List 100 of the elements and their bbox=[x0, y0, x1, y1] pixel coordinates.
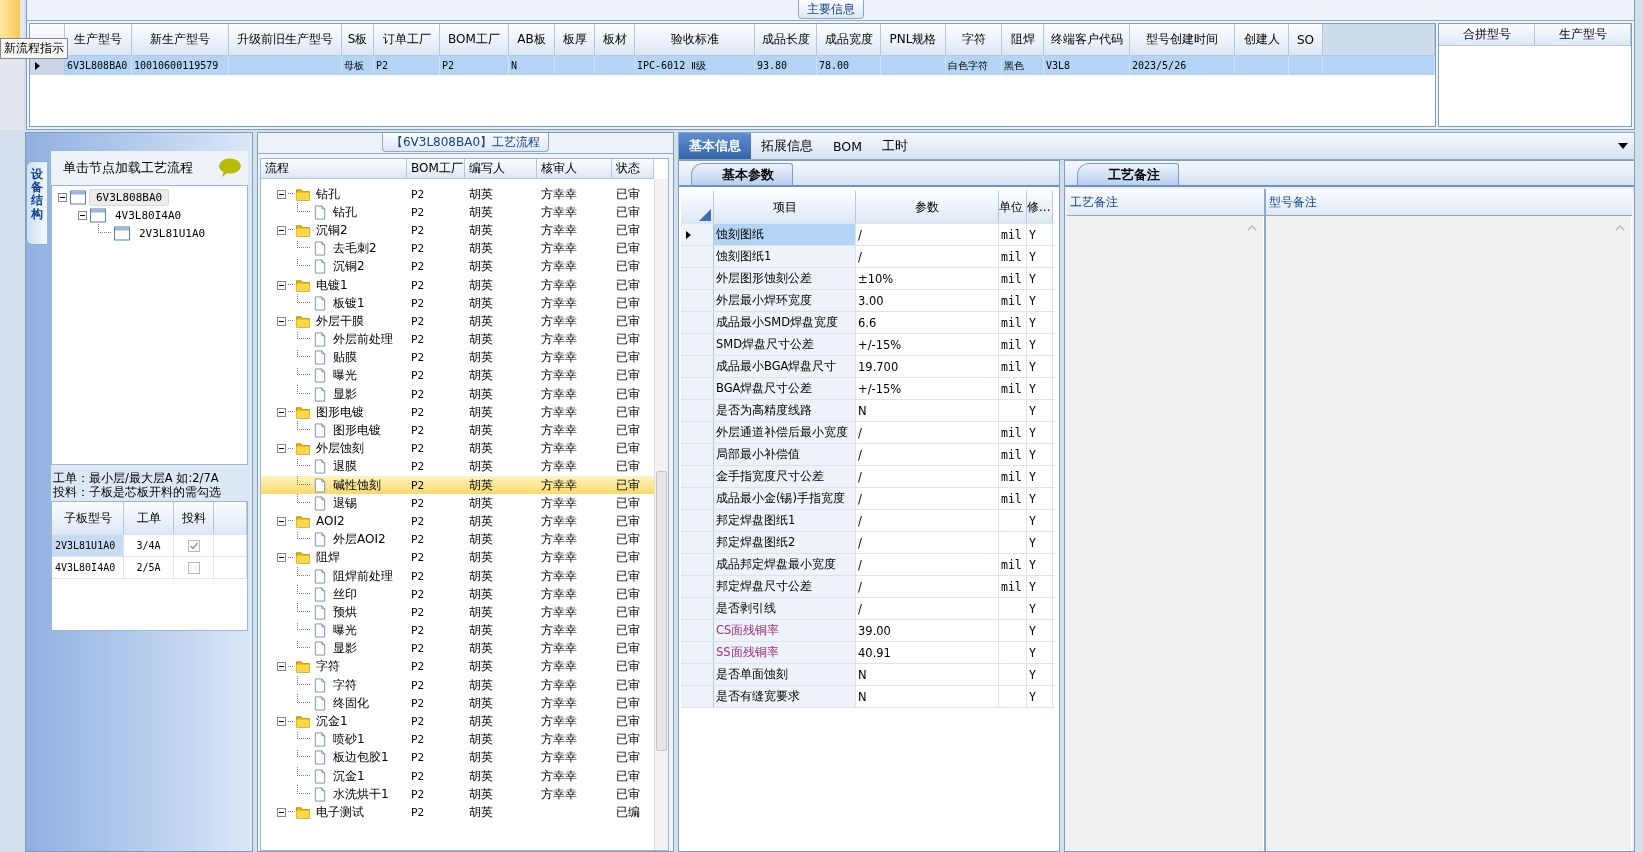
tree-row[interactable]: 去毛刺2 P2 胡英 方幸幸 已审 bbox=[261, 239, 654, 258]
table-cell[interactable]: 外层图形蚀刻公差 bbox=[714, 268, 856, 289]
table-cell[interactable]: SS面残铜率 bbox=[714, 642, 856, 663]
sub-tab[interactable]: 基本参数 bbox=[691, 163, 793, 185]
column-header[interactable]: 型号备注 bbox=[1266, 189, 1632, 216]
checkbox[interactable] bbox=[187, 561, 200, 574]
select-all-icon[interactable] bbox=[699, 209, 711, 221]
tree-row[interactable]: 板镀1 P2 胡英 方幸幸 已审 bbox=[261, 294, 654, 313]
column-header[interactable]: 型号创建时间 bbox=[1130, 24, 1235, 56]
table-cell[interactable]: 蚀刻图纸1 bbox=[714, 246, 856, 267]
row-header[interactable] bbox=[681, 224, 714, 245]
column-header[interactable]: BOM工厂 bbox=[407, 159, 465, 179]
tree-row[interactable]: 钻孔 P2 胡英 方幸幸 已审 bbox=[261, 185, 654, 204]
column-header[interactable]: 流程 bbox=[261, 159, 407, 179]
table-cell[interactable]: 2V3L81U1A0 bbox=[52, 535, 124, 556]
tab[interactable]: 拓展信息 bbox=[751, 133, 823, 159]
tree-row[interactable]: 显影 P2 胡英 方幸幸 已审 bbox=[261, 385, 654, 404]
column-header[interactable]: 项目 bbox=[714, 191, 856, 223]
tree-row[interactable]: AOI2 P2 胡英 方幸幸 已审 bbox=[261, 512, 654, 531]
table-cell[interactable]: 局部最小补偿值 bbox=[714, 444, 856, 465]
collapse-icon[interactable] bbox=[78, 210, 87, 220]
table-cell[interactable]: 蚀刻图纸 bbox=[714, 224, 856, 245]
table-cell[interactable]: 外层最小焊环宽度 bbox=[714, 290, 856, 311]
column-header[interactable]: 新生产型号 bbox=[132, 24, 229, 56]
tree-row[interactable]: 外层蚀刻 P2 胡英 方幸幸 已审 bbox=[261, 439, 654, 458]
tree-row[interactable]: 电镀1 P2 胡英 方幸幸 已审 bbox=[261, 275, 654, 295]
tree-row[interactable]: 喷砂1 P2 胡英 方幸幸 已审 bbox=[261, 730, 654, 749]
collapse-icon[interactable] bbox=[277, 189, 286, 199]
collapse-icon[interactable] bbox=[277, 407, 286, 417]
column-header[interactable]: 参数 bbox=[856, 191, 999, 223]
tree-row[interactable]: 钻孔 P2 胡英 方幸幸 已审 bbox=[261, 203, 654, 222]
tree-node[interactable]: 6V3L808BA0 bbox=[89, 188, 170, 206]
tab[interactable]: 基本信息 bbox=[679, 133, 751, 159]
column-header[interactable]: 修... bbox=[1027, 191, 1053, 223]
column-header[interactable]: BOM工厂 bbox=[440, 24, 509, 56]
column-header[interactable]: 字符 bbox=[946, 24, 1002, 56]
column-header[interactable]: 单位 bbox=[999, 191, 1027, 223]
table-cell[interactable]: CS面残铜率 bbox=[714, 620, 856, 641]
tree-row[interactable]: 外层AOI2 P2 胡英 方幸幸 已审 bbox=[261, 530, 654, 549]
side-tab[interactable]: 设备结构 bbox=[26, 161, 47, 245]
tree-row[interactable]: 字符 P2 胡英 方幸幸 已审 bbox=[261, 676, 654, 695]
column-header[interactable]: 验收标准 bbox=[635, 24, 755, 56]
column-header[interactable]: SO bbox=[1289, 24, 1323, 56]
scroll-up-icon[interactable] bbox=[1615, 224, 1625, 232]
collapse-icon[interactable] bbox=[277, 225, 286, 235]
collapse-icon[interactable] bbox=[277, 444, 286, 454]
table-cell[interactable]: 4V3L80I4A0 bbox=[52, 557, 124, 578]
table-cell[interactable]: 是否有缝宽要求 bbox=[714, 686, 856, 707]
column-header[interactable]: 阻焊 bbox=[1002, 24, 1044, 56]
table-cell[interactable]: 成品最小金(锡)手指宽度 bbox=[714, 488, 856, 509]
column-header[interactable]: 工单 bbox=[124, 502, 174, 534]
table-cell[interactable]: 是否剥引线 bbox=[714, 598, 856, 619]
table-cell[interactable]: 邦定焊盘图纸2 bbox=[714, 532, 856, 553]
collapse-icon[interactable] bbox=[277, 717, 286, 727]
column-header[interactable]: 升级前旧生产型号 bbox=[229, 24, 342, 56]
column-header[interactable]: 终端客户代码 bbox=[1044, 24, 1130, 56]
column-header[interactable]: 订单工厂 bbox=[374, 24, 440, 56]
checkbox[interactable] bbox=[187, 539, 200, 552]
tree-row[interactable]: 电子测试 P2 胡英 已编 bbox=[261, 803, 654, 822]
tree-row[interactable]: 贴膜 P2 胡英 方幸幸 已审 bbox=[261, 348, 654, 367]
tree-row[interactable]: 退膜 P2 胡英 方幸幸 已审 bbox=[261, 457, 654, 476]
collapse-icon[interactable] bbox=[277, 316, 286, 326]
sub-tab[interactable]: 工艺备注 bbox=[1077, 163, 1179, 185]
table-cell[interactable]: BGA焊盘尺寸公差 bbox=[714, 378, 856, 399]
tree-row[interactable]: 沉铜2 P2 胡英 方幸幸 已审 bbox=[261, 257, 654, 276]
tree-row[interactable]: 曝光 P2 胡英 方幸幸 已审 bbox=[261, 366, 654, 386]
tab[interactable]: BOM bbox=[823, 133, 872, 159]
tree-row[interactable]: 图形电镀 P2 胡英 方幸幸 已审 bbox=[261, 421, 654, 440]
scroll-up-icon[interactable] bbox=[1247, 224, 1257, 232]
column-header[interactable]: 子板型号 bbox=[52, 502, 124, 534]
column-header[interactable]: 创建人 bbox=[1235, 24, 1289, 56]
tree-row[interactable]: 外层干膜 P2 胡英 方幸幸 已审 bbox=[261, 312, 654, 331]
tree-row[interactable]: 预烘 P2 胡英 方幸幸 已审 bbox=[261, 603, 654, 622]
tree-row[interactable]: 退锡 P2 胡英 方幸幸 已审 bbox=[261, 494, 654, 513]
column-header[interactable]: 核审人 bbox=[537, 159, 612, 179]
tree-node[interactable]: 4V3L80I4A0 bbox=[109, 207, 188, 223]
column-header[interactable]: 合拼型号 bbox=[1439, 24, 1535, 46]
table-cell[interactable]: 成品邦定焊盘最小宽度 bbox=[714, 554, 856, 575]
column-header[interactable]: 板厚 bbox=[555, 24, 595, 56]
collapse-icon[interactable] bbox=[58, 192, 67, 202]
tree-row[interactable]: 沉金1 P2 胡英 方幸幸 已审 bbox=[261, 712, 654, 731]
column-header[interactable]: 板材 bbox=[595, 24, 635, 56]
column-header[interactable]: S板 bbox=[342, 24, 374, 56]
column-header[interactable]: 状态 bbox=[612, 159, 654, 179]
column-header[interactable]: AB板 bbox=[509, 24, 555, 56]
collapse-icon[interactable] bbox=[277, 516, 286, 526]
collapse-icon[interactable] bbox=[277, 280, 286, 290]
tree-row[interactable]: 阻焊 P2 胡英 方幸幸 已审 bbox=[261, 548, 654, 567]
tab[interactable]: 工时 bbox=[872, 133, 918, 159]
table-row[interactable]: 6V3L808BA0 10010600119579 母板 P2 P2 N IPC-6012 Ⅱ级 93.80 78.00 白色字符 黑色 V3L8 2023/5/26 bbox=[30, 56, 1435, 75]
collapse-icon[interactable] bbox=[277, 553, 286, 563]
tree-row[interactable]: 字符 P2 胡英 方幸幸 已审 bbox=[261, 657, 654, 677]
tree-row[interactable]: 沉金1 P2 胡英 方幸幸 已审 bbox=[261, 767, 654, 786]
column-header[interactable]: 成品宽度 bbox=[817, 24, 881, 56]
column-header[interactable]: 投料 bbox=[174, 502, 214, 534]
table-cell[interactable]: 邦定焊盘图纸1 bbox=[714, 510, 856, 531]
tree-row[interactable]: 丝印 P2 胡英 方幸幸 已审 bbox=[261, 585, 654, 604]
scrollbar[interactable] bbox=[654, 179, 668, 850]
table-cell[interactable]: 是否单面蚀刻 bbox=[714, 664, 856, 685]
collapse-icon[interactable] bbox=[277, 662, 286, 672]
